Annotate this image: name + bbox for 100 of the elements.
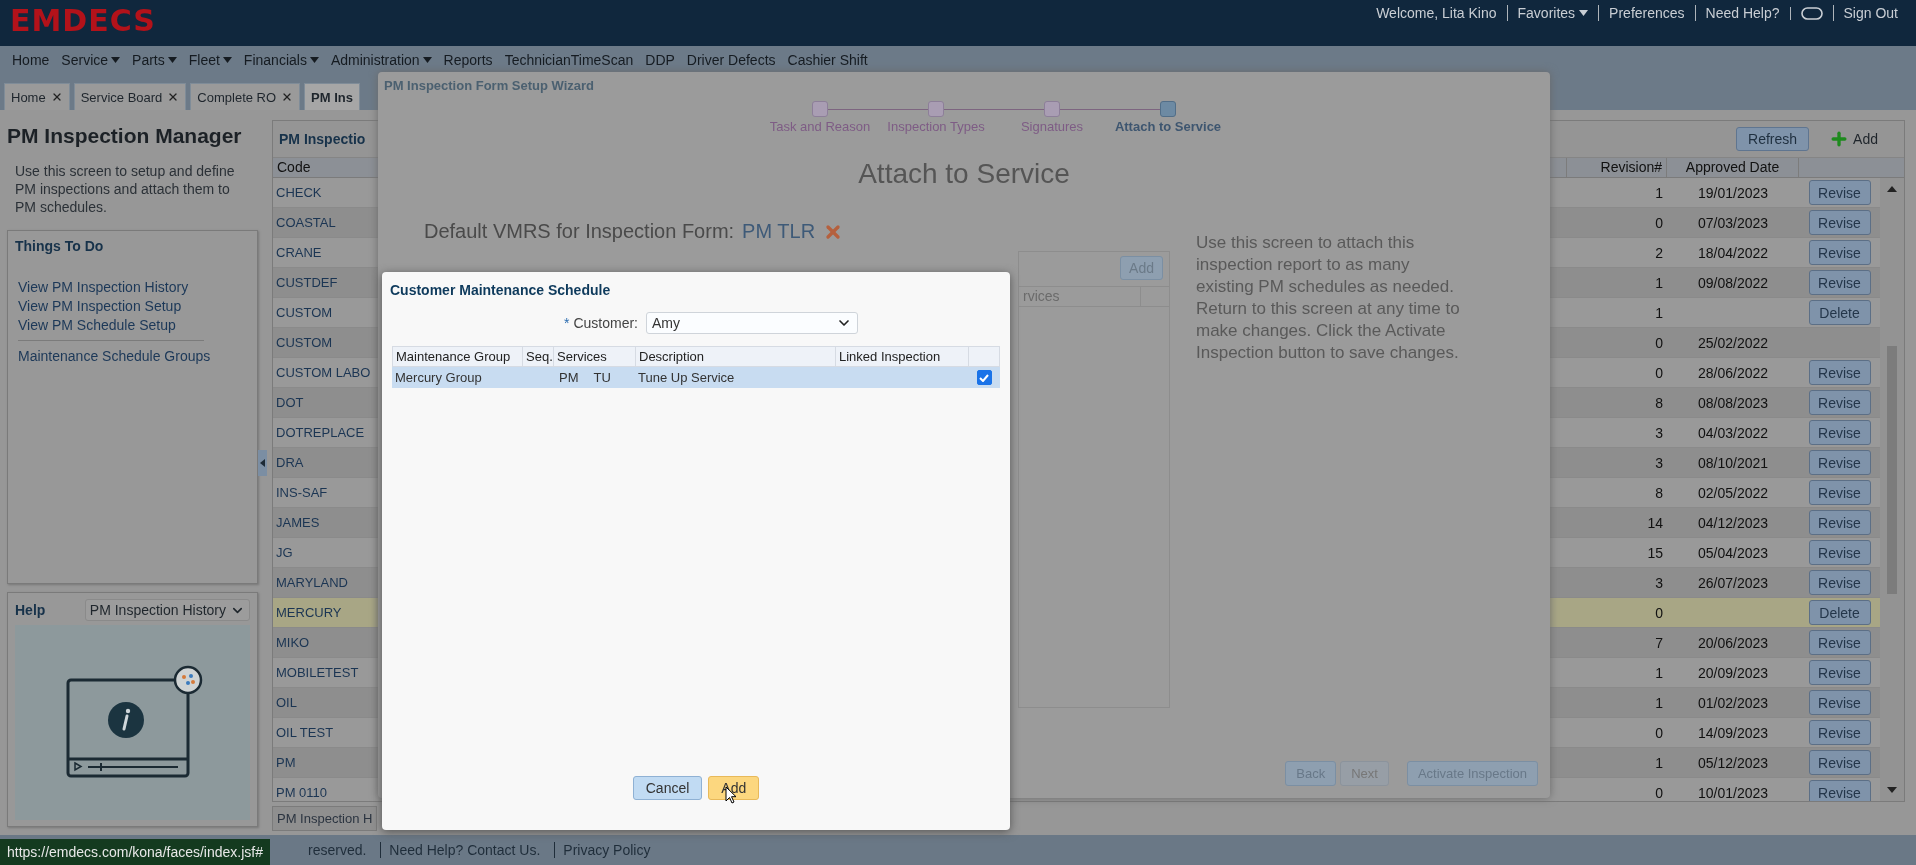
footer-link[interactable]: Privacy Policy — [554, 842, 659, 858]
table-cell: OIL TEST — [276, 725, 334, 740]
table-cell-text: 04/12/2023 — [1696, 514, 1770, 531]
nav-menu-item[interactable]: Driver Defects — [680, 52, 782, 68]
table-cell-text: 05/12/2023 — [1696, 754, 1770, 771]
table-cell: CUSTDEF — [276, 275, 338, 290]
nav-menu-item[interactable]: Reports — [437, 52, 499, 68]
header-link[interactable]: Need Help? — [1694, 5, 1790, 21]
row-action-button[interactable]: Revise — [1808, 660, 1871, 685]
table-cell-text: Tune Up Service — [637, 370, 736, 385]
row-action-button[interactable]: Delete — [1808, 600, 1871, 625]
table-cell-text: 20/09/2023 — [1696, 664, 1770, 681]
panel-tab[interactable]: PM Inspection H — [272, 806, 378, 831]
step-label[interactable]: Inspection Types — [887, 119, 985, 134]
row-action-button[interactable]: Revise — [1808, 210, 1871, 235]
page-title: PM Inspection Manager — [7, 124, 243, 148]
table-cell-text: 0 — [1654, 214, 1664, 231]
favorites-menu[interactable]: Favorites — [1506, 5, 1599, 21]
table-cell-text: PM — [558, 370, 579, 385]
row-action-button[interactable]: Revise — [1808, 510, 1871, 535]
nav-menu-item[interactable]: DDP — [639, 52, 681, 68]
dialog-title: Customer Maintenance Schedule — [390, 282, 612, 298]
page-tab[interactable]: Home — [4, 83, 70, 110]
table-cell-text: 14 — [1646, 514, 1664, 531]
row-action-button[interactable]: Revise — [1808, 390, 1871, 415]
nav-menu-item[interactable]: Financials — [237, 52, 325, 68]
row-action-button[interactable]: Revise — [1808, 240, 1871, 265]
nav-menu-item[interactable]: Cashier Shift — [781, 52, 874, 68]
scroll-up-icon[interactable] — [1887, 186, 1897, 192]
page-tab[interactable]: Service Board — [73, 83, 187, 110]
row-action-button[interactable]: Revise — [1808, 570, 1871, 595]
header-link[interactable]: Preferences — [1598, 5, 1695, 21]
step-marker[interactable] — [812, 101, 828, 117]
table-cell-text: 0 — [1654, 334, 1664, 351]
table-cell: CUSTOM LABO — [276, 365, 371, 380]
table-cell-text: 20/06/2023 — [1696, 634, 1770, 651]
sidebar-link[interactable]: View PM Inspection Setup — [18, 297, 182, 316]
nav-menu-item[interactable]: Fleet — [182, 52, 238, 68]
row-action-button[interactable]: Delete — [1808, 300, 1871, 325]
page-tab[interactable]: PM Ins — [304, 83, 360, 110]
page-description: Use this screen to setup and define PM inspections and attach them to PM schedules. — [14, 162, 236, 216]
nav-menu-item[interactable]: TechnicianTimeScan — [498, 52, 640, 68]
row-action-button[interactable]: Revise — [1808, 480, 1871, 505]
caret-icon — [167, 57, 177, 63]
row-action-button[interactable]: Revise — [1808, 180, 1871, 205]
column-header: Revision# — [1567, 158, 1667, 177]
row-action-button[interactable]: Revise — [1808, 750, 1871, 775]
table-cell: INS-SAF — [276, 485, 328, 500]
header-link[interactable]: Sign Out — [1832, 5, 1908, 21]
step-marker[interactable] — [928, 101, 944, 117]
page-tab[interactable]: Complete RO — [190, 83, 301, 110]
refresh-button[interactable]: Refresh — [1736, 127, 1810, 151]
row-action-button[interactable]: Revise — [1808, 360, 1871, 385]
table-cell: DOT — [276, 395, 304, 410]
row-action-button[interactable]: Revise — [1808, 540, 1871, 565]
table-cell-text: 07/03/2023 — [1696, 214, 1770, 231]
table-cell: CHECK — [276, 185, 322, 200]
row-action-button[interactable]: Revise — [1808, 420, 1871, 445]
step-label[interactable]: Signatures — [1020, 119, 1084, 134]
table-cell-text: 3 — [1654, 424, 1664, 441]
row-action-button[interactable]: Revise — [1808, 630, 1871, 655]
table-cell: COASTAL — [276, 215, 336, 230]
row-action-button[interactable]: Revise — [1808, 690, 1871, 715]
nav-menu-item[interactable]: Administration — [324, 52, 438, 68]
nav-menu-item[interactable]: Parts — [126, 52, 183, 68]
column-header: Seq. — [523, 347, 554, 366]
column-header: Description — [636, 347, 836, 366]
step-label[interactable]: Attach to Service — [1114, 119, 1222, 134]
nav-menu-item[interactable]: Home — [6, 52, 56, 68]
row-action-button[interactable]: Revise — [1808, 270, 1871, 295]
table-cell-text: 25/02/2022 — [1696, 334, 1770, 351]
status-url: https://emdecs.com/kona/faces/index.jsf# — [0, 839, 270, 865]
table-cell-text: 8 — [1654, 484, 1664, 501]
sidebar-link[interactable]: View PM Schedule Setup — [18, 316, 176, 335]
checkbox[interactable] — [976, 370, 992, 385]
row-action-button[interactable]: Revise — [1808, 720, 1871, 745]
scroll-down-icon[interactable] — [1887, 787, 1897, 793]
table-cell-text: 19/01/2023 — [1696, 184, 1770, 201]
add-button[interactable]: Add — [1823, 128, 1884, 150]
table-cell-text: 28/06/2022 — [1696, 364, 1770, 381]
row-action-button[interactable]: Revise — [1808, 450, 1871, 475]
step-marker[interactable] — [1044, 101, 1060, 117]
table-cell-text: 18/04/2022 — [1696, 244, 1770, 261]
table-cell-text: 1 — [1654, 184, 1664, 201]
sidebar-link[interactable]: View PM Inspection History — [18, 278, 189, 297]
footer-link[interactable]: Need Help? Contact Us. — [380, 842, 549, 858]
field-label: Customer: — [573, 315, 638, 331]
help-topic-select[interactable]: PM Inspection History — [84, 599, 250, 621]
caret-icon — [309, 57, 319, 63]
sidebar-link[interactable]: Maintenance Schedule Groups — [18, 347, 211, 366]
nav-menu-item[interactable]: Service — [55, 52, 127, 68]
table-row[interactable]: Mercury Group PM TU Tune Up Service — [392, 367, 1000, 388]
collapse-handle[interactable] — [258, 449, 267, 476]
row-action-button[interactable]: Revise — [1808, 780, 1871, 801]
step-marker[interactable] — [1160, 101, 1176, 117]
cancel-button[interactable]: Cancel — [632, 776, 703, 800]
customer-select[interactable]: Amy — [646, 312, 858, 334]
table-cell-text: 0 — [1654, 364, 1664, 381]
step-label[interactable]: Task and Reason — [769, 119, 871, 134]
column-header: Approved Date — [1667, 158, 1799, 177]
